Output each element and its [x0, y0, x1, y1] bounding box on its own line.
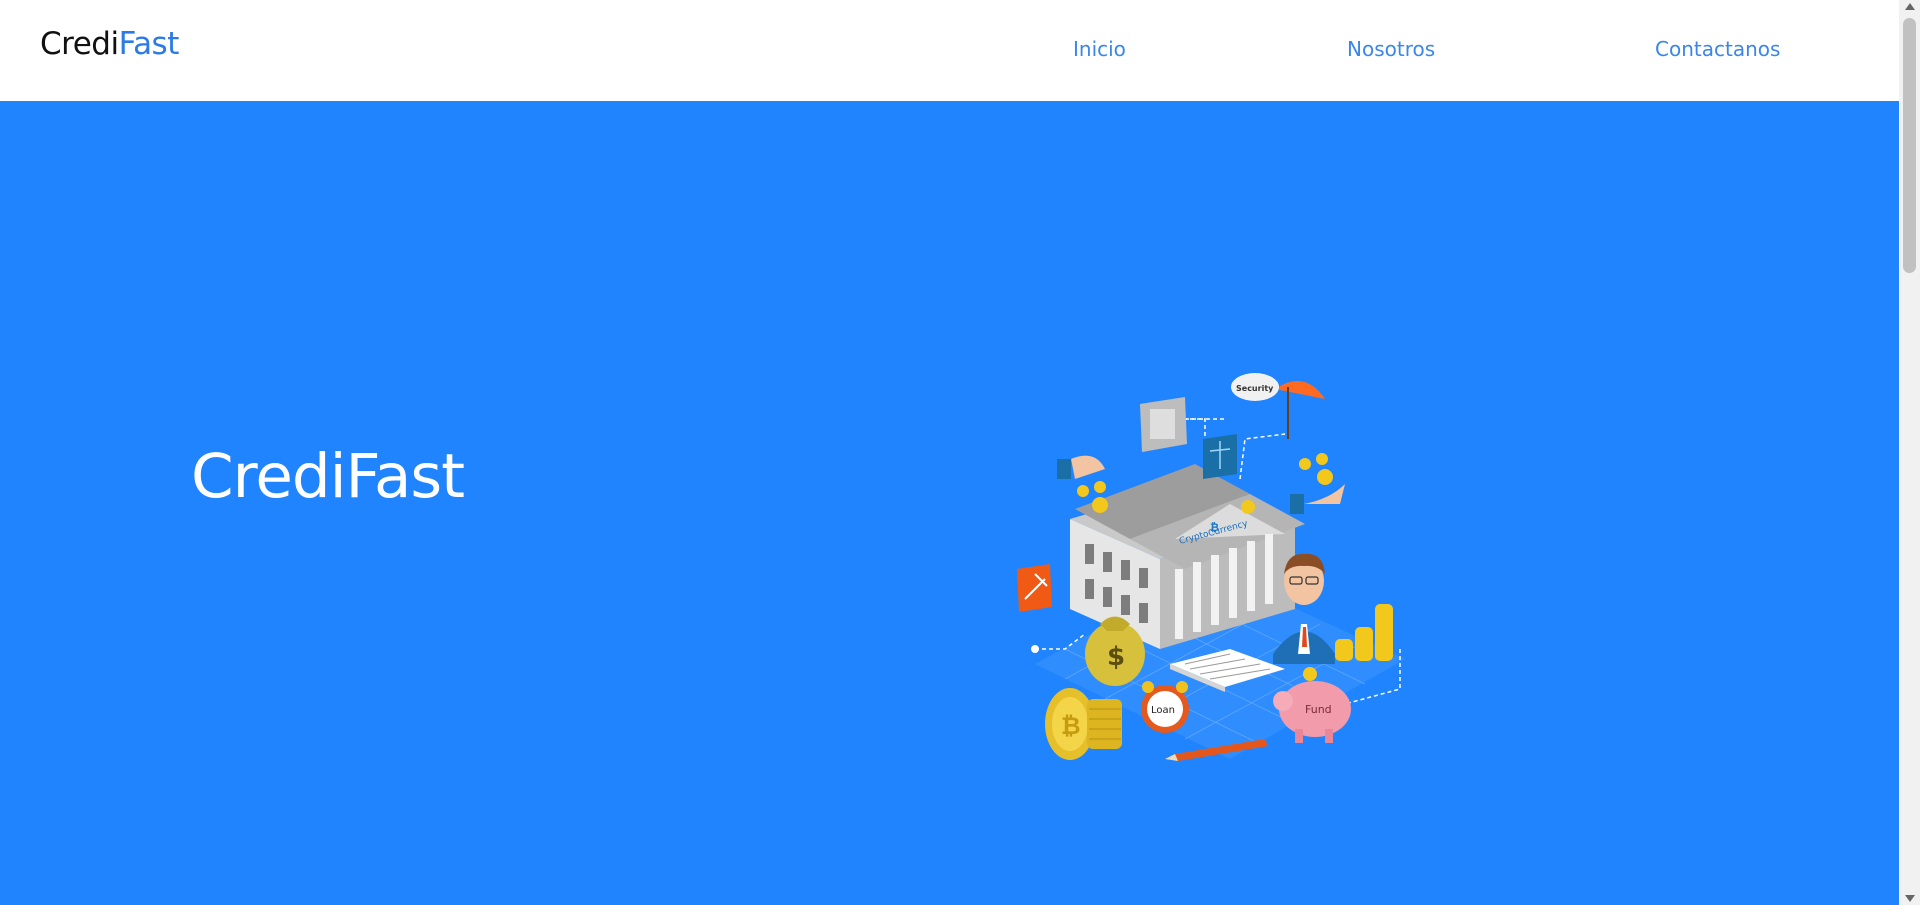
- vertical-scrollbar[interactable]: [1899, 0, 1920, 905]
- security-label: Security: [1236, 384, 1274, 393]
- nav-link-contactanos[interactable]: Contactanos: [1655, 37, 1780, 61]
- hero-title: CrediFast: [191, 441, 465, 512]
- brand-text-accent: Fast: [118, 26, 180, 62]
- brand-text-primary: Credi: [40, 26, 119, 62]
- loan-label: Loan: [1151, 705, 1175, 716]
- svg-text:$: $: [1107, 642, 1125, 672]
- hero-section: CrediFast ₿ CryptoCurrency $ ₿ Loan Fund…: [0, 101, 1899, 905]
- fund-label: Fund: [1305, 703, 1332, 716]
- navbar: CrediFast Inicio Nosotros Contactanos: [0, 0, 1899, 101]
- brand-logo[interactable]: CrediFast: [40, 26, 179, 62]
- scrollbar-thumb[interactable]: [1903, 18, 1916, 273]
- alarm-clock-icon: Loan: [1141, 681, 1189, 733]
- nav-link-nosotros[interactable]: Nosotros: [1347, 37, 1435, 61]
- bank-cryptocurrency-illustration: ₿ CryptoCurrency $ ₿ Loan Fund Security: [1017, 373, 1405, 761]
- scroll-down-arrow-icon[interactable]: [1905, 895, 1915, 902]
- nav-link-inicio[interactable]: Inicio: [1073, 37, 1126, 61]
- hand-coins-left-icon: [1057, 455, 1108, 513]
- security-umbrella-icon: Security: [1231, 373, 1325, 439]
- svg-text:₿: ₿: [1061, 712, 1081, 740]
- scroll-up-arrow-icon[interactable]: [1905, 3, 1915, 10]
- scale-card-icon: [1203, 434, 1237, 479]
- analytics-card-icon: [1140, 397, 1187, 452]
- connector-dot: [1031, 645, 1039, 653]
- gavel-card-icon: [1017, 564, 1052, 612]
